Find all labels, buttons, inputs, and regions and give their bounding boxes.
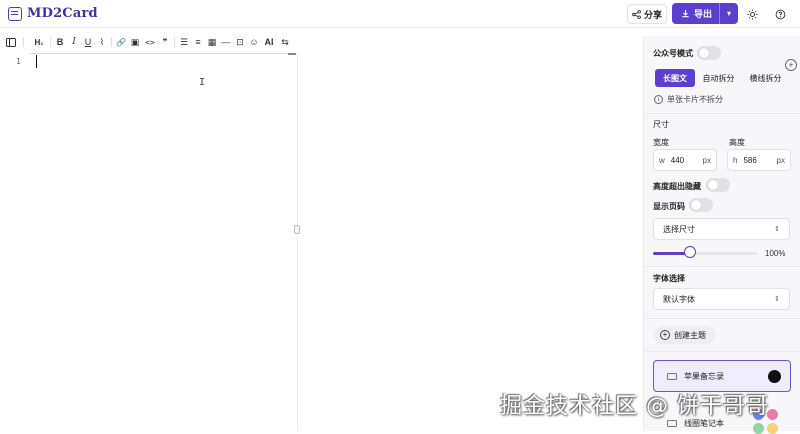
- ordered-list-button[interactable]: ≡: [192, 34, 204, 50]
- pane-resize-handle[interactable]: [294, 225, 300, 234]
- font-select[interactable]: 默认字体 ⇕: [653, 288, 790, 310]
- theme-toggle-button[interactable]: [743, 5, 761, 23]
- theme-color-swatch: [753, 423, 764, 434]
- create-theme-label: 创建主题: [674, 330, 706, 340]
- watermark-text: 掘金技术社区 @ 饼干哥哥: [500, 394, 769, 419]
- panel-divider: [643, 318, 800, 319]
- logo-icon: [8, 6, 22, 21]
- plus-icon: +: [660, 330, 670, 340]
- code-button[interactable]: <>: [143, 34, 157, 50]
- quote-button[interactable]: ❞: [159, 34, 171, 50]
- italic-button[interactable]: I: [68, 34, 80, 50]
- editor-active-line: [30, 53, 296, 54]
- editor-toolbar: H₁ B I U ⌇ 🔗 ▣ <> ❞ ☰ ≡ ▦ ― ⊡ ☺ AI ⇆: [0, 32, 298, 52]
- panel-divider: [643, 266, 800, 267]
- export-button[interactable]: 导出 ▾: [672, 3, 738, 24]
- width-input[interactable]: w 440 px: [653, 149, 717, 171]
- tab-hr-split[interactable]: 横线拆分: [742, 69, 789, 87]
- text-cursor: [36, 55, 38, 68]
- width-unit: px: [702, 155, 711, 165]
- chevron-updown-icon: ⇕: [774, 226, 780, 233]
- mouse-ibeam-cursor: I: [199, 77, 206, 88]
- table-button[interactable]: ▦: [206, 34, 218, 50]
- export-label: 导出: [694, 9, 713, 19]
- sidebar-icon: [6, 37, 16, 47]
- font-section-label: 字体选择: [653, 274, 685, 283]
- height-label: 高度: [729, 138, 745, 147]
- toolbar-divider: [111, 37, 112, 47]
- app-logo[interactable]: MD2Card: [8, 6, 98, 21]
- theme-color-swatch: [768, 370, 781, 383]
- tab-auto-split[interactable]: 自动拆分: [695, 69, 742, 87]
- show-page-toggle[interactable]: [689, 198, 713, 212]
- ai-button[interactable]: AI: [262, 34, 276, 50]
- sun-icon: [746, 8, 758, 20]
- chevron-updown-icon: ⇕: [774, 296, 780, 303]
- wechat-mode-toggle[interactable]: [697, 46, 721, 60]
- share-label: 分享: [643, 9, 662, 20]
- height-value: 586: [743, 155, 757, 165]
- show-page-label: 显示页码: [653, 202, 685, 211]
- toolbar-divider: [174, 37, 175, 47]
- bold-button[interactable]: B: [54, 34, 66, 50]
- font-select-value: 默认字体: [663, 294, 695, 304]
- help-icon: [775, 9, 785, 19]
- height-input[interactable]: h 586 px: [727, 149, 791, 171]
- emoji-button[interactable]: ☺: [248, 34, 260, 50]
- image-button[interactable]: ▣: [129, 34, 141, 50]
- width-prefix: w: [659, 155, 665, 165]
- download-icon: [682, 9, 689, 18]
- swap-button[interactable]: ⇆: [279, 34, 291, 50]
- toolbar-divider: [50, 37, 51, 47]
- underline-button[interactable]: U: [82, 34, 94, 50]
- horizontal-rule-button[interactable]: ―: [220, 34, 232, 50]
- overflow-hidden-toggle[interactable]: [706, 178, 730, 192]
- embed-button[interactable]: ⊡: [234, 34, 246, 50]
- tab-long-image[interactable]: 长图文: [655, 69, 695, 87]
- strikethrough-button[interactable]: ⌇: [96, 34, 108, 50]
- theme-color-swatch: [767, 423, 778, 434]
- bullet-list-button[interactable]: ☰: [178, 34, 190, 50]
- line-number: 1: [16, 57, 21, 66]
- theme-label: 苹果备忘录: [684, 372, 724, 381]
- app-title: MD2Card: [27, 6, 98, 21]
- info-text: 单张卡片不拆分: [667, 95, 723, 104]
- card-icon: [667, 373, 677, 380]
- export-dropdown-toggle[interactable]: ▾: [720, 9, 738, 18]
- height-prefix: h: [733, 155, 738, 165]
- share-icon: [632, 9, 641, 19]
- panel-divider: [643, 113, 800, 114]
- split-mode-tabs: 长图文 自动拆分 横线拆分: [653, 68, 790, 88]
- editor-scroll-indicator: [288, 53, 296, 55]
- size-section-label: 尺寸: [653, 120, 669, 129]
- link-button[interactable]: 🔗: [115, 34, 127, 50]
- heading-button[interactable]: H₁: [32, 34, 46, 50]
- panel-divider: [643, 351, 800, 352]
- share-button[interactable]: 分享: [627, 4, 667, 24]
- theme-item-apple-notes[interactable]: 苹果备忘录: [667, 371, 724, 382]
- app-header: MD2Card 分享 导出 ▾: [0, 0, 800, 28]
- split-info: i 单张卡片不拆分: [654, 94, 723, 105]
- create-theme-button[interactable]: + 创建主题: [654, 326, 716, 344]
- width-label: 宽度: [653, 138, 669, 147]
- width-value: 440: [670, 155, 685, 165]
- toggle-sidebar-button[interactable]: [5, 34, 17, 50]
- size-select-value: 选择尺寸: [663, 224, 695, 234]
- info-icon: i: [654, 95, 663, 104]
- overflow-hidden-label: 高度超出隐藏: [653, 182, 701, 191]
- toolbar-divider: [23, 37, 24, 47]
- zoom-value: 100%: [765, 249, 786, 258]
- height-unit: px: [776, 155, 785, 165]
- markdown-editor[interactable]: [0, 53, 298, 431]
- zoom-slider[interactable]: [653, 252, 757, 255]
- card-icon: [667, 420, 677, 427]
- help-button[interactable]: [771, 5, 789, 23]
- wechat-mode-label: 公众号模式: [653, 49, 693, 58]
- size-select[interactable]: 选择尺寸 ⇕: [653, 218, 790, 240]
